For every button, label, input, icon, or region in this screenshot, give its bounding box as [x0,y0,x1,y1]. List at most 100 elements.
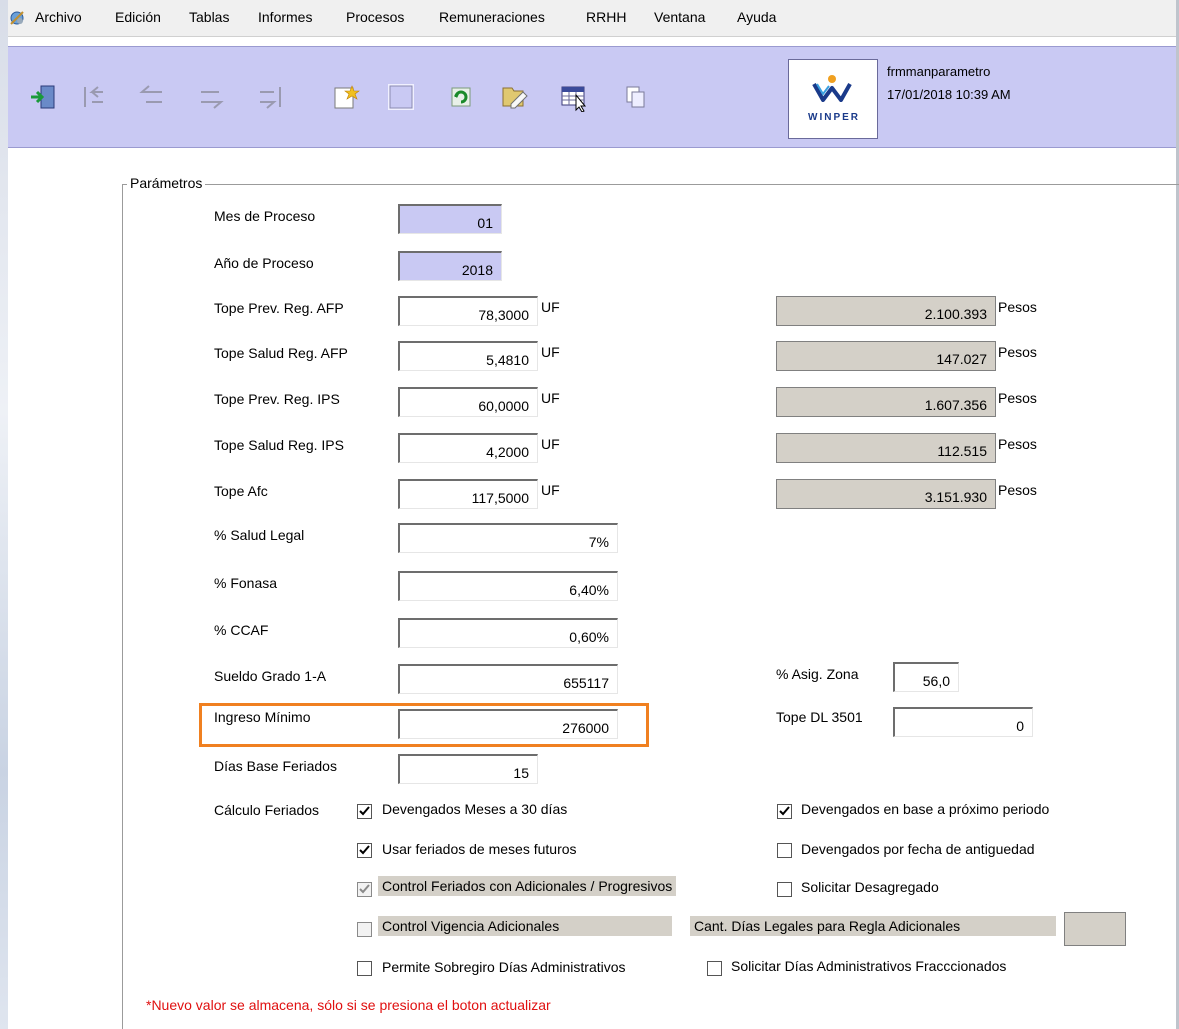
view-grid-button[interactable] [559,82,589,112]
sobregiro-label[interactable]: Permite Sobregiro Días Administrativos [378,957,630,977]
tope-salud-afp-input[interactable]: 5,4810 [398,341,538,371]
sueldo-grado-input[interactable]: 655117 [398,664,618,694]
exit-icon [31,85,55,109]
tope-dl-label: Tope DL 3501 [776,709,863,725]
winper-logo-icon [812,75,852,102]
tope-prev-afp-input[interactable]: 78,3000 [398,296,538,326]
next-record-button[interactable] [197,82,227,112]
ccaf-label: % CCAF [214,622,269,638]
tope-afc-unit: UF [541,482,560,498]
tope-salud-ips-input[interactable]: 4,2000 [398,433,538,463]
asig-zona-input[interactable]: 56,0 [893,662,959,692]
cant-dias-label: Cant. Días Legales para Regla Adicionale… [690,916,1056,936]
tope-prev-ips-unit: UF [541,390,560,406]
blank-button[interactable] [386,82,416,112]
last-record-button[interactable] [256,82,286,112]
menu-remuneraciones[interactable]: Remuneraciones [439,9,545,25]
control-adicionales-label[interactable]: Control Feriados con Adicionales / Progr… [378,876,677,896]
fecha-antiguedad-label[interactable]: Devengados por fecha de antiguedad [797,839,1039,859]
tope-salud-ips-pesos-unit: Pesos [998,436,1037,452]
tope-prev-ips-pesos: 1.607.356 [776,387,996,417]
control-adicionales-checkbox[interactable] [357,882,372,897]
check-icon [779,806,790,816]
fraccionados-label[interactable]: Solicitar Días Administrativos Fracccion… [727,956,1010,976]
fonasa-label: % Fonasa [214,575,278,591]
salud-legal-input[interactable]: 7% [398,523,618,553]
tope-prev-afp-pesos: 2.100.393 [776,296,996,326]
vigencia-adicionales-checkbox[interactable] [357,922,372,937]
previous-record-button[interactable] [136,82,166,112]
dias-base-input[interactable]: 15 [398,754,538,784]
meses-30-checkbox[interactable] [357,804,372,819]
group-title: Parámetros [127,175,206,191]
ccaf-input[interactable]: 0,60% [398,618,618,648]
tope-afc-pesos-unit: Pesos [998,482,1037,498]
sobregiro-checkbox[interactable] [357,961,372,976]
tope-salud-afp-pesos: 147.027 [776,341,996,371]
app-icon [8,9,26,27]
menu-edicion[interactable]: Edición [115,9,161,25]
refresh-button[interactable] [446,82,476,112]
footnote: *Nuevo valor se almacena, sólo si se pre… [146,997,551,1013]
winper-logo-text: WINPER [808,112,860,123]
new-record-button[interactable] [330,82,360,112]
tope-salud-ips-unit: UF [541,436,560,452]
feriados-futuros-label[interactable]: Usar feriados de meses futuros [378,839,581,859]
edit-icon [502,87,528,109]
tope-salud-ips-label: Tope Salud Reg. IPS [214,437,344,453]
first-record-button[interactable] [79,82,109,112]
tope-salud-afp-pesos-unit: Pesos [998,344,1037,360]
new-record-icon [334,85,360,109]
mes-proceso-input[interactable]: 01 [398,204,502,234]
tope-salud-ips-pesos: 112.515 [776,433,996,463]
tope-prev-ips-input[interactable]: 60,0000 [398,387,538,417]
proximo-periodo-label[interactable]: Devengados en base a próximo periodo [797,799,1053,819]
group-border-left [122,184,123,1029]
first-record-icon [84,86,103,107]
check-icon [359,884,370,894]
calculo-feriados-label: Cálculo Feriados [214,802,320,818]
feriados-futuros-checkbox[interactable] [357,843,372,858]
check-icon [359,845,370,855]
tope-afc-pesos: 3.151.930 [776,479,996,509]
menu-tablas[interactable]: Tablas [189,9,229,25]
winper-logo: WINPER [788,59,878,139]
cant-dias-input [1064,912,1126,946]
edit-button[interactable] [499,82,529,112]
toolbar: WINPER frmmanparametro 17/01/2018 10:39 … [8,46,1176,148]
tope-salud-afp-label: Tope Salud Reg. AFP [214,345,348,361]
exit-button[interactable] [28,82,58,112]
menu-procesos[interactable]: Procesos [346,9,404,25]
tope-afc-label: Tope Afc [214,483,268,499]
previous-record-icon [139,85,162,103]
tope-prev-ips-label: Tope Prev. Reg. IPS [214,391,340,407]
tope-dl-input[interactable]: 0 [893,707,1033,737]
ingreso-minimo-input[interactable]: 276000 [398,709,618,739]
menu-ventana[interactable]: Ventana [654,9,705,25]
menu-informes[interactable]: Informes [258,9,312,25]
menu-ayuda[interactable]: Ayuda [737,9,776,25]
fonasa-input[interactable]: 6,40% [398,571,618,601]
refresh-icon [451,87,471,107]
form-datetime: 17/01/2018 10:39 AM [887,87,1011,102]
copy-icon [626,86,645,108]
fraccionados-checkbox[interactable] [707,961,722,976]
fecha-antiguedad-checkbox[interactable] [777,843,792,858]
menu-rrhh[interactable]: RRHH [586,9,626,25]
anio-proceso-input[interactable]: 2018 [398,251,502,281]
copy-button[interactable] [620,82,650,112]
proximo-periodo-checkbox[interactable] [777,804,792,819]
desagregado-checkbox[interactable] [777,882,792,897]
tope-prev-ips-pesos-unit: Pesos [998,390,1037,406]
tope-afc-input[interactable]: 117,5000 [398,479,538,509]
group-border-top [122,184,1179,185]
asig-zona-label: % Asig. Zona [776,666,859,682]
vigencia-adicionales-label[interactable]: Control Vigencia Adicionales [378,916,672,936]
meses-30-label[interactable]: Devengados Meses a 30 días [378,799,571,819]
menu-archivo[interactable]: Archivo [35,9,82,25]
desktop-background [0,0,8,1029]
tope-prev-afp-pesos-unit: Pesos [998,299,1037,315]
desagregado-label[interactable]: Solicitar Desagregado [797,877,943,897]
menu-bar: Archivo Edición Tablas Informes Procesos… [8,0,1176,37]
tope-salud-afp-unit: UF [541,344,560,360]
